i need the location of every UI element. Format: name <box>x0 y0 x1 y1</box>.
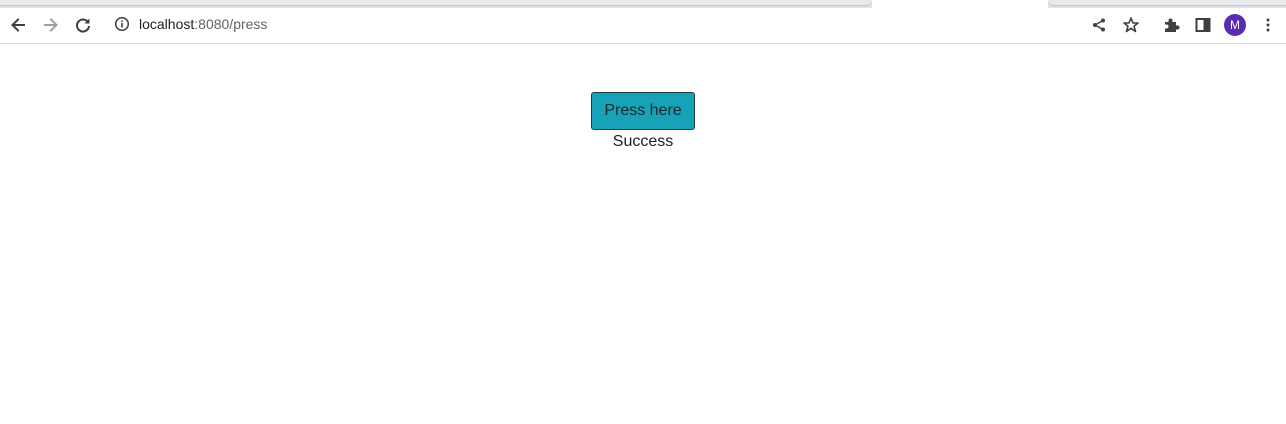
browser-menu-button[interactable] <box>1253 10 1283 40</box>
browser-toolbar: localhost:8080/press M <box>0 8 1286 44</box>
inactive-tab-right[interactable] <box>1048 0 1286 6</box>
side-panel-button[interactable] <box>1188 10 1218 40</box>
profile-avatar[interactable]: M <box>1224 14 1246 36</box>
back-button[interactable] <box>3 10 33 40</box>
bookmark-button[interactable] <box>1116 10 1146 40</box>
reload-icon <box>76 18 90 33</box>
active-tab[interactable] <box>872 0 1048 8</box>
side-panel-icon <box>1195 18 1211 32</box>
share-button[interactable] <box>1084 10 1114 40</box>
star-icon <box>1123 17 1139 33</box>
info-icon[interactable] <box>114 16 130 32</box>
status-text: Success <box>612 133 674 150</box>
address-bar[interactable]: localhost:8080/press <box>104 10 1146 38</box>
reload-button[interactable] <box>68 10 98 40</box>
url-path: :8080/press <box>194 16 268 32</box>
url-host: localhost <box>139 16 195 32</box>
extensions-button[interactable] <box>1156 10 1186 40</box>
url-text[interactable]: localhost:8080/press <box>139 15 267 33</box>
kebab-menu-icon <box>1266 18 1270 32</box>
back-arrow-icon <box>11 18 25 32</box>
inactive-tab-left[interactable] <box>0 0 872 6</box>
extensions-puzzle-icon <box>1165 18 1180 32</box>
forward-arrow-icon <box>44 18 58 32</box>
share-icon <box>1093 18 1105 32</box>
tab-strip <box>0 0 1286 8</box>
page-content: Press here Success <box>0 44 1286 424</box>
press-here-button[interactable]: Press here <box>591 92 695 130</box>
forward-button[interactable] <box>36 10 66 40</box>
